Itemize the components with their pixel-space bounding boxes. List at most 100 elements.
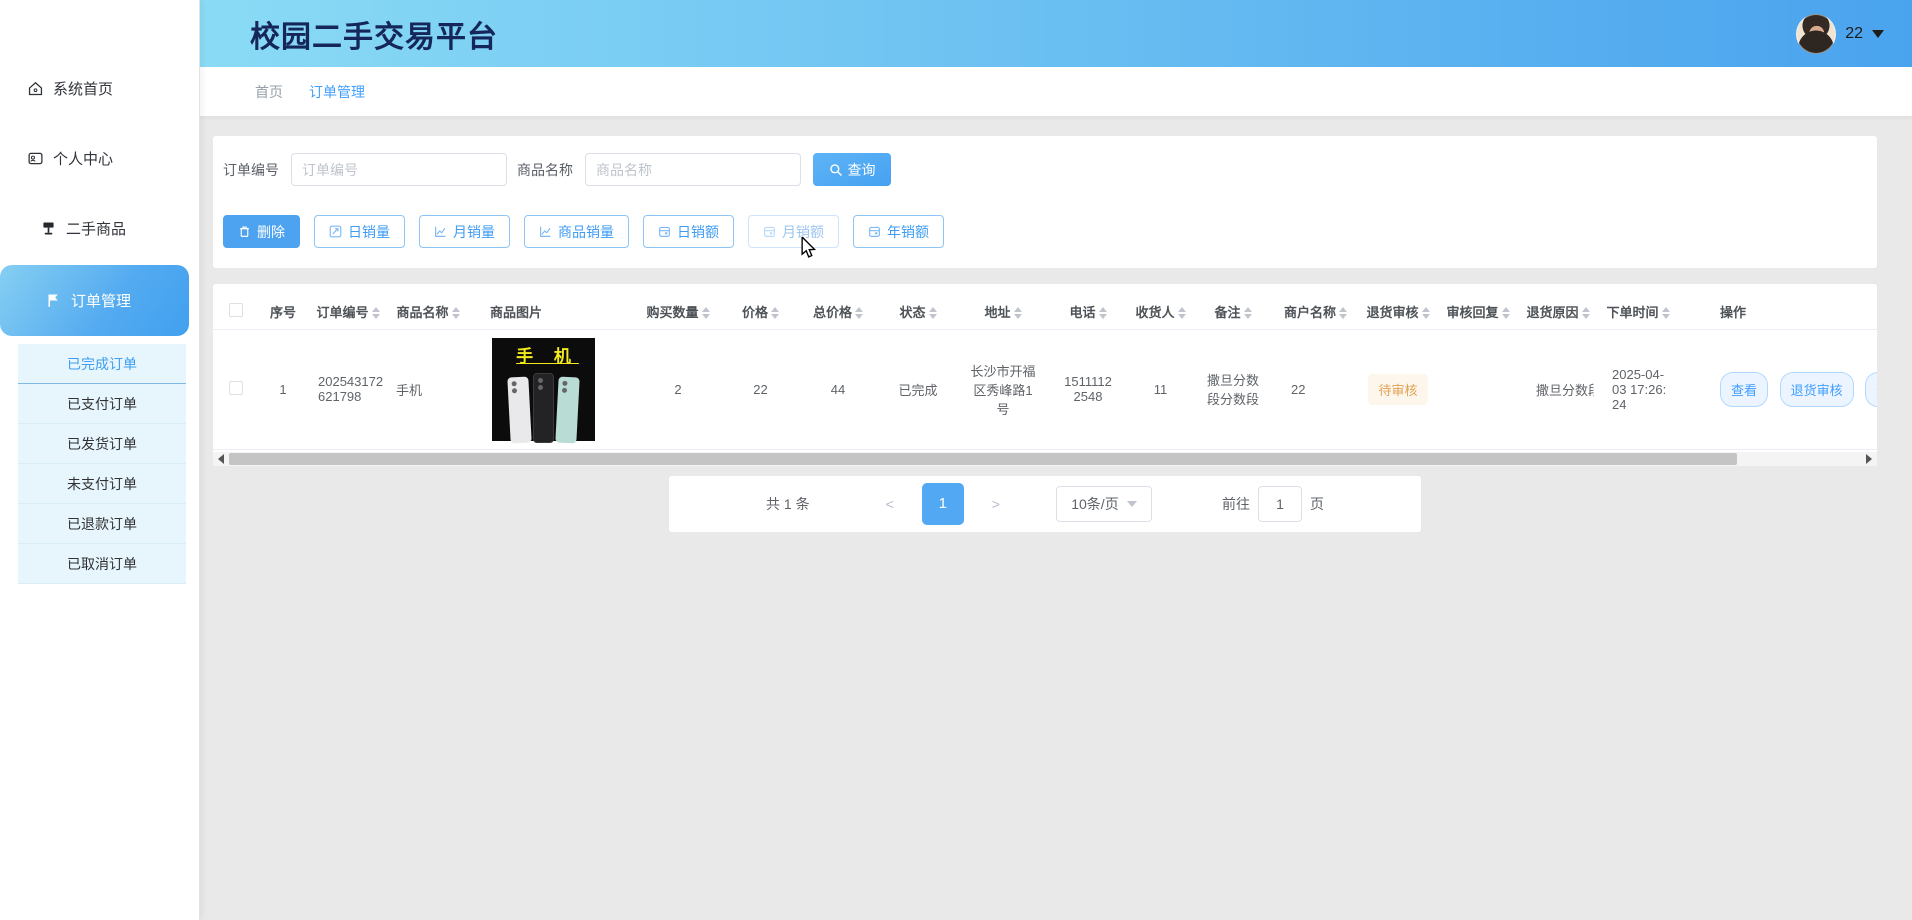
submenu-item-cancelled-orders[interactable]: 已取消订单 (18, 544, 186, 584)
sort-icon[interactable] (1244, 307, 1252, 319)
scroll-right-icon[interactable] (1862, 452, 1876, 466)
sort-icon[interactable] (1422, 307, 1430, 319)
submenu-item-paid-orders[interactable]: 已支付订单 (18, 384, 186, 424)
submenu-item-refunded-orders[interactable]: 已退款订单 (18, 504, 186, 544)
row-select-cell (213, 329, 258, 449)
line-chart-icon (434, 225, 447, 238)
col-price[interactable]: 价格 (723, 294, 798, 329)
col-quantity[interactable]: 购买数量 (633, 294, 723, 329)
goto-page-group: 前往 页 (1222, 486, 1324, 522)
orders-table: 序号 订单编号 商品名称 商品图片 购买数量 价格 总价格 状态 地址 电话 收 (213, 294, 1877, 450)
col-receiver[interactable]: 收货人 (1128, 294, 1193, 329)
pagination: 共 1 条 < 1 > 10条/页 前往 页 (669, 476, 1421, 532)
user-menu[interactable]: 22 (1796, 14, 1884, 54)
row-return-reason: 撒旦分数段 (1518, 329, 1598, 449)
col-order-time[interactable]: 下单时间 (1598, 294, 1678, 329)
sidebar: 系统首页 个人中心 二手商品 订单管理 已完成订单 已支付订单 已发货订单 未支… (0, 0, 200, 920)
col-return-review[interactable]: 退货审核 (1358, 294, 1438, 329)
product-name-label: 商品名称 (517, 160, 573, 180)
row-index: 1 (258, 329, 308, 449)
col-review-reply[interactable]: 审核回复 (1438, 294, 1518, 329)
next-page-button[interactable]: > (986, 496, 1006, 512)
col-order-no[interactable]: 订单编号 (308, 294, 388, 329)
breadcrumb-current[interactable]: 订单管理 (309, 82, 365, 102)
main-area: 校园二手交易平台 22 首页 订单管理 订单编号 商品名称 (200, 0, 1912, 920)
row-product-name: 手机 (388, 329, 468, 449)
daily-sales-button[interactable]: 日销量 (314, 215, 405, 248)
select-all-checkbox[interactable] (229, 303, 243, 317)
product-name-input[interactable] (585, 153, 801, 186)
product-image[interactable]: 手 机 (492, 338, 595, 441)
sort-icon[interactable] (929, 307, 937, 319)
sort-icon[interactable] (1582, 307, 1590, 319)
col-phone[interactable]: 电话 (1048, 294, 1128, 329)
sort-icon[interactable] (452, 307, 460, 319)
sort-icon[interactable] (372, 307, 380, 319)
col-remark[interactable]: 备注 (1193, 294, 1273, 329)
row-review-reply (1438, 329, 1518, 449)
row-price: 22 (723, 329, 798, 449)
content-area: 订单编号 商品名称 查询 删除 日销量 (200, 116, 1912, 920)
sort-icon[interactable] (1339, 307, 1347, 319)
sort-icon[interactable] (1178, 307, 1186, 319)
calendar-icon (763, 225, 776, 238)
row-phone: 15111122548 (1048, 329, 1128, 449)
scrollbar-thumb[interactable] (229, 453, 1737, 465)
sort-icon[interactable] (702, 307, 710, 319)
submenu-item-shipped-orders[interactable]: 已发货订单 (18, 424, 186, 464)
product-image-caption: 手 机 (508, 342, 579, 367)
scroll-left-icon[interactable] (214, 452, 228, 466)
col-total-price[interactable]: 总价格 (798, 294, 878, 329)
submenu-item-completed-orders[interactable]: 已完成订单 (18, 344, 186, 384)
product-sales-button[interactable]: 商品销量 (524, 215, 629, 248)
sidebar-item-system-home[interactable]: 系统首页 (0, 53, 199, 123)
sort-icon[interactable] (1014, 307, 1022, 319)
toolbar: 删除 日销量 月销量 商品销量 (223, 215, 1867, 248)
order-no-input[interactable] (291, 153, 507, 186)
col-address[interactable]: 地址 (958, 294, 1048, 329)
submenu-item-unpaid-orders[interactable]: 未支付订单 (18, 464, 186, 504)
daily-amount-button[interactable]: 日销额 (643, 215, 734, 248)
col-product-name[interactable]: 商品名称 (388, 294, 468, 329)
prev-page-button[interactable]: < (880, 496, 900, 512)
horizontal-scrollbar[interactable] (213, 452, 1877, 466)
row-receiver: 11 (1128, 329, 1193, 449)
col-merchant[interactable]: 商户名称 (1273, 294, 1358, 329)
goto-page-input[interactable] (1258, 486, 1302, 522)
row-total-price: 44 (798, 329, 878, 449)
line-chart-icon (539, 225, 552, 238)
sort-icon[interactable] (1502, 307, 1510, 319)
avatar[interactable] (1796, 14, 1836, 54)
search-icon (829, 163, 843, 177)
col-status[interactable]: 状态 (878, 294, 958, 329)
return-review-button[interactable]: 退货审核 (1780, 372, 1854, 407)
sort-icon[interactable] (1662, 307, 1670, 319)
sidebar-item-label: 系统首页 (53, 78, 113, 99)
row-delete-button[interactable]: 删除 (1865, 372, 1877, 407)
monthly-sales-button[interactable]: 月销量 (419, 215, 510, 248)
sidebar-item-order-management[interactable]: 订单管理 (0, 265, 189, 336)
monthly-amount-button[interactable]: 月销额 (748, 215, 839, 248)
order-submenu: 已完成订单 已支付订单 已发货订单 未支付订单 已退款订单 已取消订单 (18, 344, 186, 584)
sidebar-item-personal-center[interactable]: 个人中心 (0, 123, 199, 193)
sort-icon[interactable] (771, 307, 779, 319)
delete-button[interactable]: 删除 (223, 215, 300, 248)
sidebar-item-secondhand-goods[interactable]: 二手商品 (0, 193, 199, 263)
calendar-icon (868, 225, 881, 238)
row-product-image-cell: 手 机 (468, 329, 633, 449)
view-button[interactable]: 查看 (1720, 372, 1768, 407)
row-checkbox[interactable] (229, 381, 243, 395)
col-index: 序号 (258, 294, 308, 329)
col-return-reason[interactable]: 退货原因 (1518, 294, 1598, 329)
query-button[interactable]: 查询 (813, 153, 891, 186)
sort-icon[interactable] (1099, 307, 1107, 319)
user-card-icon (27, 150, 44, 167)
username: 22 (1845, 25, 1863, 43)
sort-icon[interactable] (855, 307, 863, 319)
breadcrumb-home[interactable]: 首页 (255, 82, 283, 102)
status-badge: 待审核 (1368, 374, 1427, 405)
page-size-select[interactable]: 10条/页 (1056, 486, 1152, 522)
yearly-amount-button[interactable]: 年销额 (853, 215, 944, 248)
page-number-button[interactable]: 1 (922, 483, 964, 525)
row-order-time: 2025-04-03 17:26:24 (1598, 329, 1678, 449)
